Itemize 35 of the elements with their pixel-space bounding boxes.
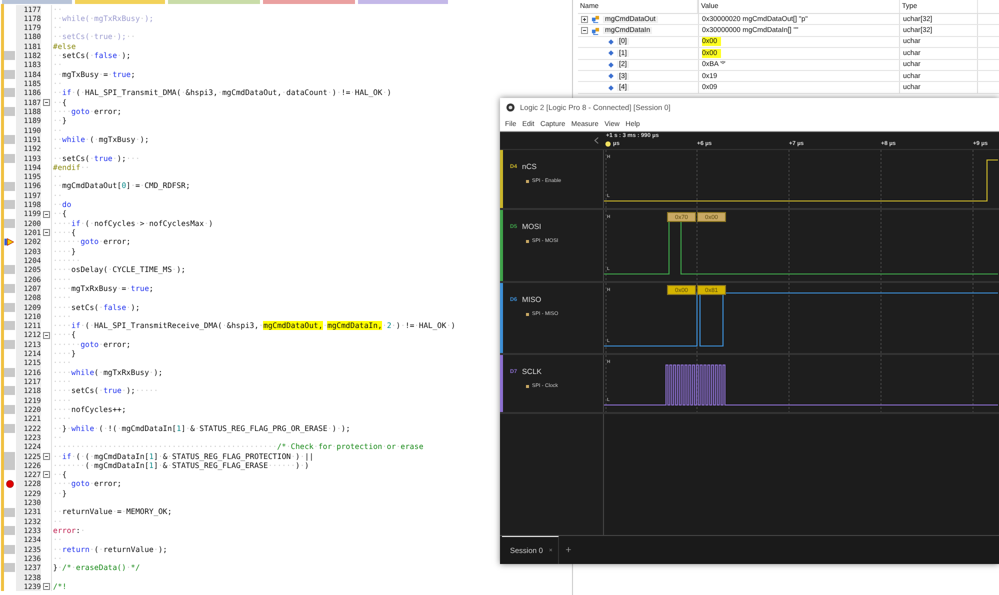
- time-gridline: [880, 150, 882, 208]
- fold-toggle-icon[interactable]: [42, 583, 50, 590]
- time-gridline: [972, 283, 974, 353]
- expand-toggle-icon[interactable]: [581, 16, 588, 23]
- expand-toggle-icon[interactable]: [581, 27, 588, 34]
- time-gridline: [972, 150, 974, 208]
- fold-toggle-icon[interactable]: [42, 229, 50, 236]
- time-gridline: [696, 210, 698, 281]
- fold-toggle-icon[interactable]: [42, 98, 50, 106]
- time-gridline: [788, 283, 790, 353]
- fold-toggle-icon[interactable]: [42, 452, 50, 460]
- collapse-chevron-icon[interactable]: [594, 137, 599, 144]
- time-gridline: [788, 355, 790, 412]
- time-gridline: [972, 210, 974, 281]
- time-gridline: [696, 150, 698, 208]
- time-gridline: [788, 210, 790, 281]
- variable-icon: [591, 15, 600, 24]
- time-gridline: [788, 150, 790, 208]
- analyzer-color-icon: [526, 384, 529, 388]
- fold-toggle-icon[interactable]: [42, 210, 50, 218]
- breakpoint-icon[interactable]: [6, 480, 14, 488]
- analyzer-color-icon: [526, 240, 529, 242]
- time-gridline: [696, 355, 698, 412]
- marker-dot-icon: [605, 141, 611, 147]
- time-gridline: [880, 355, 882, 412]
- analyzer-color-icon: [526, 180, 529, 182]
- new-session-button[interactable]: +: [565, 544, 572, 556]
- time-gridline: [880, 210, 882, 281]
- analyzer-color-icon: [526, 312, 529, 316]
- variable-icon: [591, 26, 600, 35]
- time-gridline: [880, 283, 882, 353]
- app-logo-icon: [506, 103, 515, 112]
- fold-toggle-icon[interactable]: [42, 471, 50, 478]
- time-gridline: [972, 355, 974, 412]
- fold-toggle-icon[interactable]: [42, 332, 50, 339]
